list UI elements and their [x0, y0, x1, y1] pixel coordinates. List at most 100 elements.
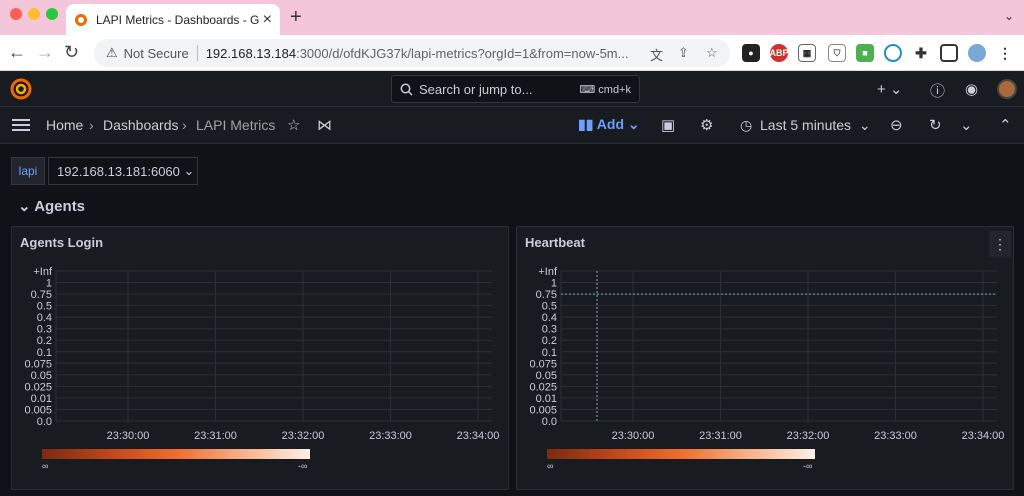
star-icon[interactable]: ☆	[287, 116, 300, 134]
search-shortcut-text: cmd+k	[598, 83, 631, 96]
grafana-topbar: Search or jump to... ⌨ cmd+k + ⌄ ⓘ ◉	[0, 71, 1024, 107]
news-feed-icon[interactable]: ◉	[965, 80, 978, 98]
refresh-icon[interactable]: ↻	[929, 116, 942, 134]
x-tick-label: 23:31:00	[194, 430, 237, 442]
panel-menu-icon[interactable]: ⋮	[989, 231, 1011, 257]
browser-tab[interactable]: LAPI Metrics - Dashboards - Gr ×	[66, 4, 280, 35]
share-icon[interactable]: ⋈	[317, 116, 332, 134]
maximize-window-button[interactable]	[46, 8, 58, 20]
y-tick-label: 0.2	[37, 335, 52, 347]
x-tick-label: 23:33:00	[874, 430, 917, 442]
x-tick-label: 23:32:00	[787, 430, 830, 442]
time-range-label: Last 5 minutes	[760, 117, 852, 133]
translate-icon[interactable]: 文	[650, 45, 663, 64]
add-label: Add	[596, 116, 625, 132]
x-tick-label: 23:31:00	[699, 430, 742, 442]
help-icon[interactable]: ⓘ	[930, 80, 945, 101]
grafana-favicon-icon	[75, 13, 87, 26]
y-tick-label: +Inf	[33, 266, 53, 278]
bookmark-star-icon[interactable]: ☆	[706, 45, 718, 61]
y-tick-label: 0.075	[529, 358, 557, 370]
divider	[196, 45, 198, 61]
y-tick-label: 0.005	[529, 404, 557, 416]
forward-icon[interactable]: →	[36, 42, 54, 63]
new-tab-button[interactable]: +	[290, 6, 302, 29]
menu-icon[interactable]	[12, 119, 30, 131]
breadcrumb-dashboards[interactable]: Dashboards	[103, 117, 179, 133]
collapse-chevron-up-icon[interactable]: ⌃	[999, 116, 1012, 134]
search-box[interactable]: Search or jump to... ⌨ cmd+k	[391, 75, 640, 103]
y-tick-label: 0.1	[542, 347, 557, 359]
variable-value: 192.168.13.181:6060	[57, 163, 180, 179]
extension-bear-icon[interactable]: ●	[742, 44, 760, 62]
browser-toolbar: ← → ↻ ⚠ Not Secure 192.168.13.184:3000/d…	[0, 35, 1024, 71]
panel-heartbeat[interactable]: Heartbeat ⋮ +Inf 1 0.75 0.5 0.4 0.3 0.2 0.1 0.07…	[516, 226, 1014, 490]
url-text: 192.168.13.184:3000/d/ofdKJG37k/lapi-met…	[206, 46, 636, 61]
profile-avatar[interactable]	[968, 44, 986, 62]
variable-label: lapi	[11, 157, 45, 185]
panel-agents-login[interactable]: Agents Login +Inf 1 0.75 0.5 0.4 0.3 0.2 0.1 0.0…	[11, 226, 509, 490]
variable-select[interactable]: 192.168.13.181:6060 ⌄	[48, 157, 198, 185]
y-tick-label: 0.2	[542, 335, 557, 347]
legend-min-label: ∞	[42, 461, 49, 471]
close-window-button[interactable]	[10, 8, 22, 20]
back-icon[interactable]: ←	[8, 42, 26, 63]
y-tick-label: 0.05	[31, 370, 52, 382]
x-tick-label: 23:34:00	[962, 430, 1005, 442]
y-tick-label: 1	[551, 278, 557, 290]
security-label: Not Secure	[123, 45, 189, 61]
tab-search-chevron-icon[interactable]: ⌄	[1004, 9, 1014, 23]
add-button[interactable]: ▮▮ Add ⌄	[578, 116, 640, 133]
browser-tab-strip: LAPI Metrics - Dashboards - Gr × + ⌄	[0, 0, 1024, 35]
x-tick-label: 23:34:00	[457, 430, 500, 442]
refresh-interval-chevron-icon[interactable]: ⌄	[960, 116, 973, 134]
adblock-icon[interactable]: ABP	[770, 44, 789, 62]
minimize-window-button[interactable]	[28, 8, 40, 20]
qr-code-icon[interactable]: ▦	[798, 44, 816, 62]
shield-extension-icon[interactable]: ⛉	[828, 44, 846, 62]
breadcrumb-current: LAPI Metrics	[196, 117, 276, 133]
zoom-out-icon[interactable]: ⊖	[890, 116, 903, 134]
y-tick-label: 0.75	[31, 289, 52, 301]
breadcrumb-home[interactable]: Home	[46, 117, 83, 133]
x-tick-label: 23:32:00	[282, 430, 325, 442]
x-tick-label: 23:30:00	[612, 430, 655, 442]
y-tick-label: 0.005	[24, 404, 52, 416]
close-tab-icon[interactable]: ×	[263, 11, 272, 29]
side-panel-icon[interactable]	[940, 44, 958, 62]
circle-extension-icon[interactable]	[884, 44, 902, 62]
time-picker[interactable]: ◷ Last 5 minutes ⌄	[740, 117, 871, 134]
save-icon[interactable]: ▣	[661, 116, 675, 134]
url-path: :3000/d/ofdKJG37k/lapi-metrics?orgId=1&f…	[296, 45, 629, 61]
new-plus-icon[interactable]: + ⌄	[877, 80, 903, 98]
y-tick-label: 0.025	[24, 381, 52, 393]
legend-max-label: -∞	[298, 461, 308, 471]
y-tick-label: 0.0	[37, 416, 52, 428]
panel-title: Agents Login	[20, 235, 104, 250]
y-tick-label: 0.5	[37, 301, 52, 313]
legend-gradient	[42, 449, 310, 459]
search-icon	[400, 83, 413, 96]
y-tick-label: 0.025	[529, 381, 557, 393]
search-placeholder: Search or jump to...	[419, 81, 533, 97]
reload-icon[interactable]: ↻	[64, 42, 79, 63]
share-icon[interactable]: ⇪	[678, 45, 689, 61]
y-tick-label: 1	[46, 278, 52, 290]
browser-menu-icon[interactable]: ⋮	[996, 44, 1014, 62]
grafana-logo-icon[interactable]	[10, 78, 32, 100]
legend-gradient	[547, 449, 815, 459]
y-tick-label: 0.05	[536, 370, 557, 382]
settings-gear-icon[interactable]: ⚙	[700, 116, 713, 134]
user-avatar[interactable]	[997, 79, 1017, 99]
address-bar[interactable]: ⚠ Not Secure 192.168.13.184:3000/d/ofdKJ…	[94, 39, 730, 67]
y-tick-label: 0.01	[536, 393, 557, 405]
y-tick-label: 0.0	[542, 416, 557, 428]
color-extension-icon[interactable]: ■	[856, 44, 874, 62]
clock-icon: ◷	[740, 117, 753, 133]
dashboard-navbar: Home › Dashboards › LAPI Metrics ☆ ⋈ ▮▮ …	[0, 107, 1024, 144]
panel-title: Heartbeat	[525, 235, 585, 250]
y-tick-label: 0.4	[37, 312, 52, 324]
extensions-puzzle-icon[interactable]: ✚	[912, 44, 930, 62]
row-header-agents[interactable]: ⌄ Agents	[18, 197, 85, 215]
y-tick-label: 0.1	[37, 347, 52, 359]
